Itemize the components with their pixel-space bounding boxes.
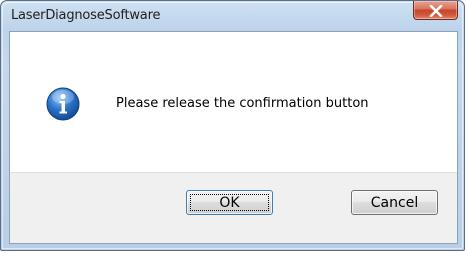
info-icon [46,87,80,121]
dialog-message: Please release the confirmation button [116,96,369,111]
cancel-button-label: Cancel [370,194,419,211]
message-area: Please release the confirmation button [10,32,457,172]
ok-button[interactable]: OK [186,190,273,215]
close-button[interactable] [413,1,458,20]
window-title: LaserDiagnoseSoftware [11,8,161,23]
button-bar: OK Cancel [10,172,457,243]
ok-button-label: OK [219,194,240,211]
close-icon [429,5,443,17]
cancel-button[interactable]: Cancel [351,190,438,215]
dialog-body: Please release the confirmation button O… [9,31,458,244]
dialog-window: LaserDiagnoseSoftware Please release the… [0,0,465,251]
title-bar[interactable]: LaserDiagnoseSoftware [1,1,464,29]
